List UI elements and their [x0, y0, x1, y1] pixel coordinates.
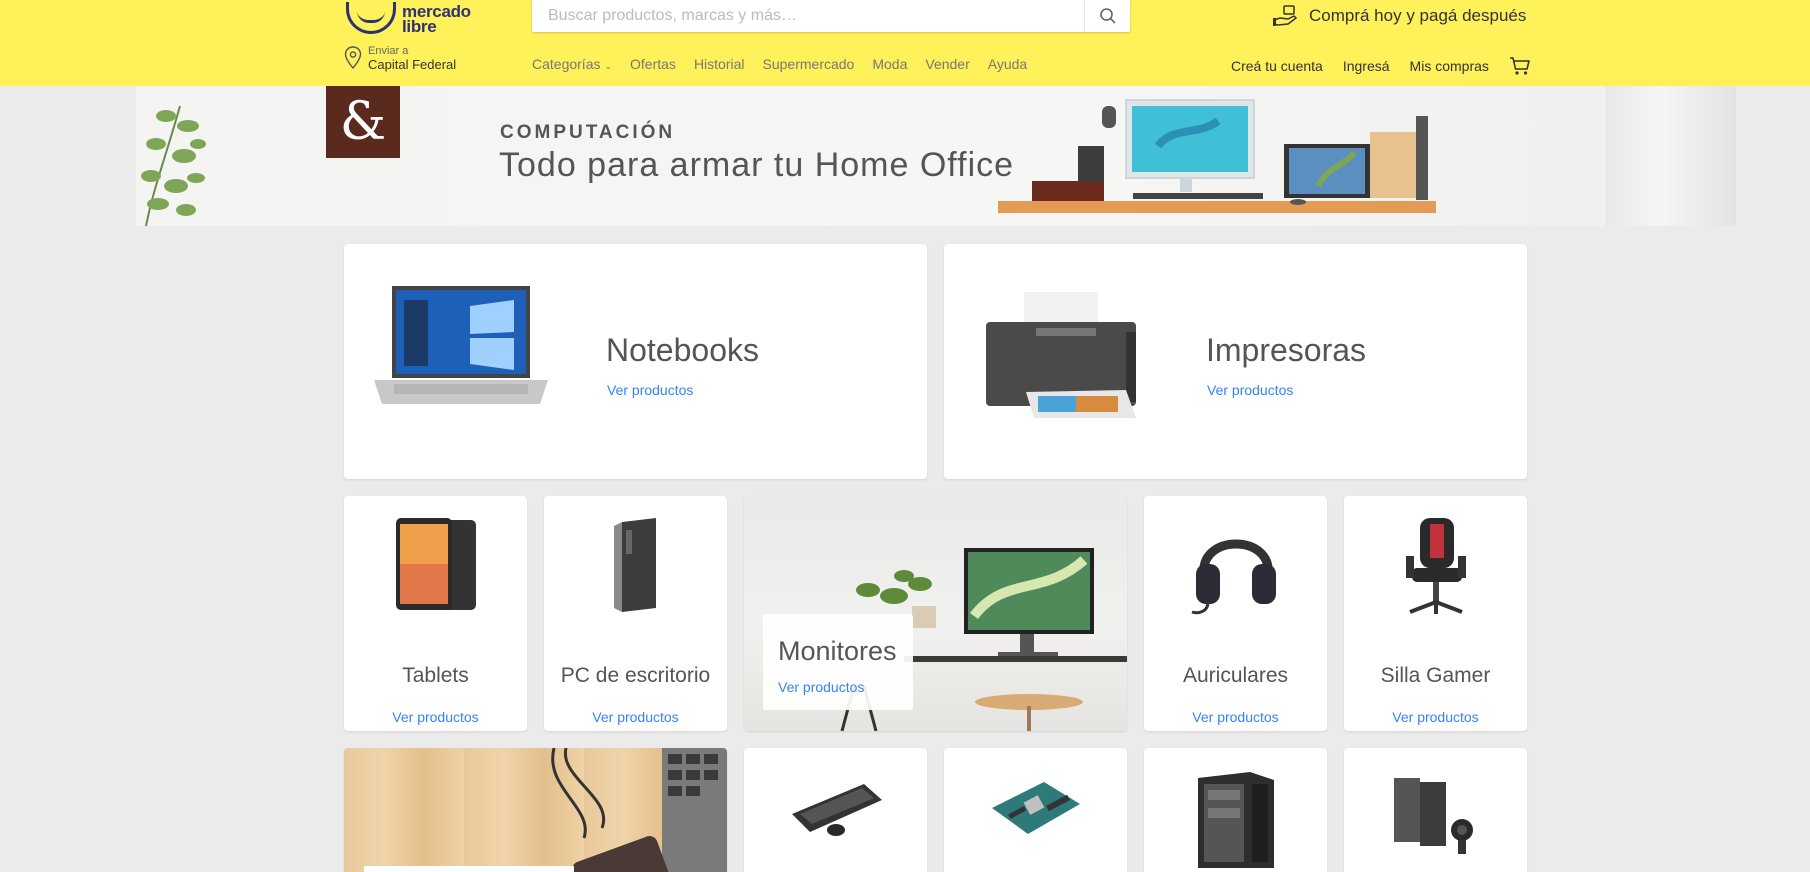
search-bar [532, 0, 1130, 32]
promo-link[interactable]: Comprá hoy y pagá después [1272, 2, 1526, 30]
ampersand-decor: & [326, 86, 400, 158]
view-products-link[interactable]: Ver productos [607, 382, 693, 398]
card-title: Silla Gamer [1380, 664, 1491, 687]
nav-ofertas[interactable]: Ofertas [630, 56, 676, 72]
main-nav: Categorías ⌄ Ofertas Historial Supermerca… [532, 56, 1027, 72]
promo-text: Comprá hoy y pagá después [1309, 6, 1527, 25]
printer-thumbnail [986, 292, 1136, 418]
card-title: Auriculares [1182, 664, 1289, 687]
speakers-webcam-thumbnail [1394, 778, 1473, 854]
motherboard-thumbnail [992, 782, 1080, 834]
view-products-link[interactable]: Ver productos [544, 709, 727, 725]
headphones-thumbnail [1191, 539, 1276, 615]
hand-money-icon [1273, 5, 1298, 26]
desk-setup-illustration [998, 99, 1436, 213]
card-title: Tablets [402, 664, 469, 687]
category-card-motherboards[interactable] [944, 748, 1127, 872]
location-label: Enviar a [368, 45, 409, 57]
tablet-thumbnail [396, 518, 476, 610]
home-office-banner[interactable]: & COMPUTACIÓN Todo para armar tu Home Of… [136, 86, 1736, 226]
card-title: Monitores [778, 636, 897, 666]
my-purchases-link[interactable]: Mis compras [1410, 58, 1489, 74]
login-link[interactable]: Ingresá [1343, 58, 1390, 74]
view-products-link[interactable]: Ver productos [1207, 382, 1293, 398]
category-card-monitores[interactable]: Monitores Ver productos [744, 496, 1127, 731]
banner-title: Todo para armar tu Home Office [499, 146, 1015, 184]
location-pin-icon [344, 46, 362, 70]
category-card-gabinetes[interactable] [1144, 748, 1327, 872]
category-card-teclados[interactable] [744, 748, 927, 872]
gaming-chair-thumbnail [1406, 518, 1466, 614]
pc-case-thumbnail [1198, 772, 1274, 868]
view-products-link[interactable]: Ver productos [1144, 709, 1327, 725]
category-card-auriculares[interactable]: Auriculares Ver productos [1144, 496, 1327, 731]
cart-icon[interactable] [1509, 56, 1531, 76]
nav-ayuda[interactable]: Ayuda [988, 56, 1027, 72]
category-card-silla-gamer[interactable]: Silla Gamer Ver productos [1344, 496, 1527, 731]
logo-text-line2: libre [402, 17, 437, 36]
card-title: PC de escritorio [560, 664, 711, 687]
keyboard-mouse-thumbnail [792, 784, 882, 836]
window-decor [1606, 86, 1736, 226]
nav-supermercado[interactable]: Supermercado [763, 56, 855, 72]
monitor-label-box: Monitores Ver productos [763, 614, 913, 710]
category-card-featured-storage[interactable] [344, 748, 727, 872]
category-card-parlantes[interactable] [1344, 748, 1527, 872]
search-button[interactable] [1084, 0, 1130, 32]
card-title: Notebooks [606, 332, 759, 368]
chevron-down-icon: ⌄ [604, 61, 613, 71]
category-card-pc-escritorio[interactable]: PC de escritorio Ver productos [544, 496, 727, 731]
view-products-link[interactable]: Ver productos [1344, 709, 1527, 725]
create-account-link[interactable]: Creá tu cuenta [1231, 58, 1323, 74]
storage-scene-image [364, 748, 727, 872]
view-products-link[interactable]: Ver productos [778, 679, 864, 695]
nav-historial[interactable]: Historial [694, 56, 745, 72]
view-products-link[interactable]: Ver productos [344, 709, 527, 725]
search-icon [1099, 8, 1116, 24]
location-value: Capital Federal [368, 57, 457, 72]
nav-moda[interactable]: Moda [872, 56, 907, 72]
card-title: Impresoras [1206, 332, 1367, 368]
category-card-tablets[interactable]: Tablets Ver productos [344, 496, 527, 731]
nav-vender[interactable]: Vender [925, 56, 969, 72]
banner-eyebrow: COMPUTACIÓN [500, 122, 676, 143]
plant-illustration [141, 105, 206, 226]
category-card-notebooks[interactable]: Notebooks Ver productos [344, 244, 927, 479]
location-selector[interactable]: Enviar a Capital Federal [344, 44, 456, 72]
handshake-logo-icon [346, 2, 396, 34]
header: mercado libre Comprá hoy y pagá después … [0, 0, 1810, 86]
mercadolibre-logo[interactable]: mercado libre [346, 0, 496, 36]
category-card-impresoras[interactable]: Impresoras Ver productos [944, 244, 1527, 479]
nav-categorias[interactable]: Categorías ⌄ [532, 56, 612, 72]
desktop-pc-thumbnail [614, 518, 656, 612]
user-nav: Creá tu cuenta Ingresá Mis compras [1231, 56, 1531, 76]
search-input[interactable] [532, 0, 1082, 32]
notebook-thumbnail [374, 286, 548, 404]
